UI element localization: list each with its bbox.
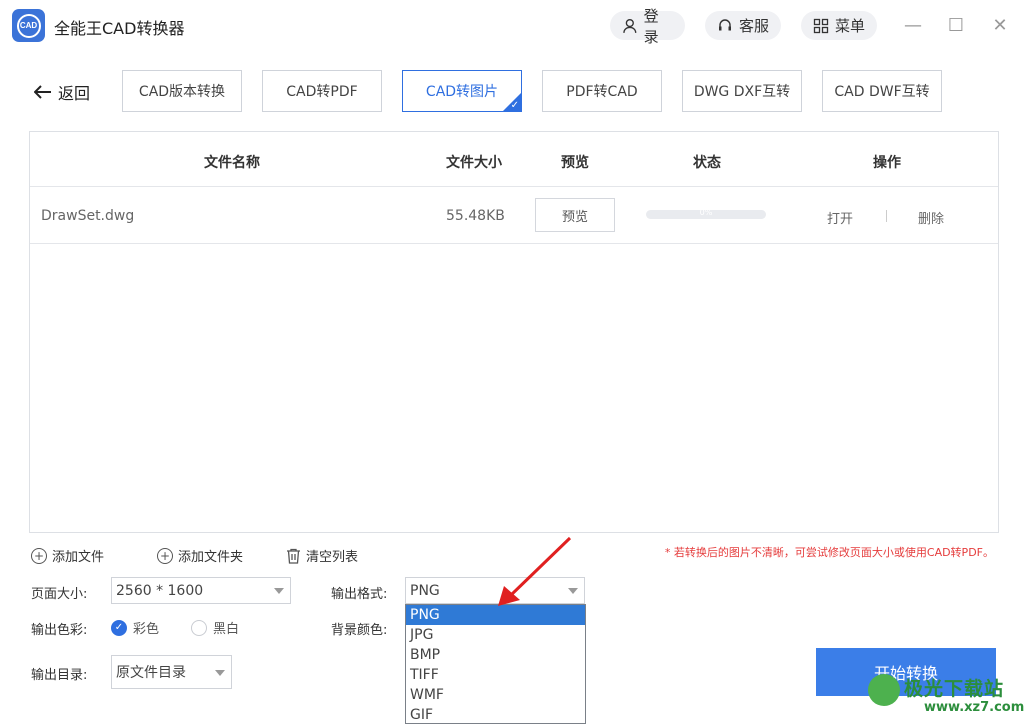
trash-icon	[287, 548, 300, 564]
service-label: 客服	[739, 17, 770, 35]
radio-checked-icon: ✓	[111, 619, 127, 636]
close-icon: ✕	[992, 14, 1008, 36]
add-file-label: 添加文件	[52, 550, 105, 565]
watermark-logo	[868, 674, 900, 706]
tab-pdf-to-cad[interactable]: PDF转CAD	[542, 70, 662, 112]
format-option-gif[interactable]: GIF	[406, 705, 585, 724]
add-folder-button[interactable]: + 添加文件夹	[157, 546, 243, 565]
app-logo-text: CAD	[16, 13, 41, 38]
file-size: 55.48KB	[446, 208, 505, 224]
back-label: 返回	[58, 84, 91, 103]
bg-color-label: 背景颜色:	[331, 623, 388, 638]
file-name: DrawSet.dwg	[41, 208, 135, 224]
close-button[interactable]: ✕	[989, 14, 1011, 36]
table-row: DrawSet.dwg 55.48KB 预览 0% 打开 删除	[30, 188, 998, 244]
output-dir-label: 输出目录:	[31, 668, 88, 683]
output-dir-value: 原文件目录	[116, 665, 186, 681]
col-status: 状态	[693, 155, 721, 171]
file-table: 文件名称 文件大小 预览 状态 操作 DrawSet.dwg 55.48KB 预…	[29, 131, 999, 533]
add-file-button[interactable]: + 添加文件	[31, 546, 104, 565]
headset-icon	[719, 18, 731, 30]
tab-cad-to-pdf[interactable]: CAD转PDF	[262, 70, 382, 112]
watermark-text: 极光下载站	[904, 678, 1005, 700]
notice-text: * 若转换后的图片不清晰，可尝试修改页面大小或使用CAD转PDF。	[664, 546, 994, 559]
page-size-label: 页面大小:	[31, 587, 88, 602]
clear-list-label: 清空列表	[306, 550, 359, 565]
minimize-icon: —	[904, 14, 922, 36]
format-option-bmp[interactable]: BMP	[406, 645, 585, 665]
user-icon	[623, 18, 637, 33]
page-size-value: 2560 * 1600	[116, 582, 204, 599]
format-option-wmf[interactable]: WMF	[406, 685, 585, 705]
add-folder-label: 添加文件夹	[178, 550, 244, 565]
service-button[interactable]: 客服	[705, 11, 781, 40]
grid-icon	[813, 18, 829, 33]
menu-button[interactable]: 菜单	[801, 11, 877, 40]
back-button[interactable]: 返回	[34, 80, 90, 104]
action-divider	[886, 210, 887, 222]
color-option-label: 彩色	[133, 622, 160, 637]
open-link[interactable]: 打开	[827, 208, 853, 227]
login-button[interactable]: 登录	[610, 7, 685, 46]
watermark: 极光下载站 www.xz7.com	[868, 672, 1024, 722]
format-value: PNG	[410, 582, 440, 599]
app-logo: CAD	[12, 9, 45, 42]
plus-circle-icon: +	[157, 547, 173, 564]
chevron-down-icon	[215, 670, 225, 676]
menu-label: 菜单	[835, 17, 866, 35]
title-bar: CAD 全能王CAD转换器 登录 客服 菜单 — ☐ ✕	[0, 0, 1028, 52]
radio-unchecked-icon	[191, 619, 207, 636]
output-dir-select[interactable]: 原文件目录	[111, 655, 232, 689]
col-preview: 预览	[561, 155, 589, 171]
tab-label: DWG DXF互转	[693, 84, 791, 100]
preview-label: 预览	[561, 209, 588, 225]
tab-label: CAD DWF互转	[834, 84, 930, 100]
maximize-button[interactable]: ☐	[945, 14, 967, 36]
progress-bar: 0%	[646, 210, 766, 219]
watermark-url: www.xz7.com	[924, 700, 1025, 715]
color-label: 输出色彩:	[31, 623, 88, 638]
format-label: 输出格式:	[331, 587, 388, 602]
annotation-arrow-icon	[498, 536, 572, 606]
page-size-select[interactable]: 2560 * 1600	[111, 577, 291, 604]
app-title: 全能王CAD转换器	[54, 19, 185, 38]
col-file-name: 文件名称	[204, 155, 260, 171]
tab-label: CAD转图片	[425, 84, 499, 100]
tab-cad-dwf[interactable]: CAD DWF互转	[822, 70, 942, 112]
tab-dwg-dxf[interactable]: DWG DXF互转	[682, 70, 802, 112]
tab-label: CAD版本转换	[138, 84, 226, 100]
login-label: 登录	[643, 6, 659, 46]
col-file-size: 文件大小	[446, 155, 502, 171]
progress-text: 0%	[699, 210, 713, 217]
color-radio[interactable]: ✓ 彩色	[111, 618, 159, 637]
maximize-icon: ☐	[947, 14, 965, 36]
col-action: 操作	[873, 155, 901, 171]
plus-circle-icon: +	[31, 547, 47, 564]
table-header: 文件名称 文件大小 预览 状态 操作	[30, 132, 998, 187]
preview-button[interactable]: 预览	[535, 198, 615, 232]
minimize-button[interactable]: —	[902, 14, 924, 36]
delete-link[interactable]: 删除	[918, 208, 944, 227]
chevron-down-icon	[274, 588, 284, 594]
format-option-tiff[interactable]: TIFF	[406, 665, 585, 685]
format-option-jpg[interactable]: JPG	[406, 625, 585, 645]
clear-list-button[interactable]: 清空列表	[286, 546, 358, 565]
tab-label: CAD转PDF	[286, 84, 358, 100]
arrow-left-icon	[34, 85, 51, 99]
bw-option-label: 黑白	[213, 622, 240, 637]
bw-radio[interactable]: 黑白	[191, 618, 239, 637]
format-dropdown-list: PNG JPG BMP TIFF WMF GIF	[405, 604, 586, 724]
tab-cad-version[interactable]: CAD版本转换	[122, 70, 242, 112]
tab-label: PDF转CAD	[566, 84, 638, 100]
check-icon: ✓	[510, 100, 519, 111]
tab-cad-to-image[interactable]: CAD转图片 ✓	[402, 70, 522, 112]
